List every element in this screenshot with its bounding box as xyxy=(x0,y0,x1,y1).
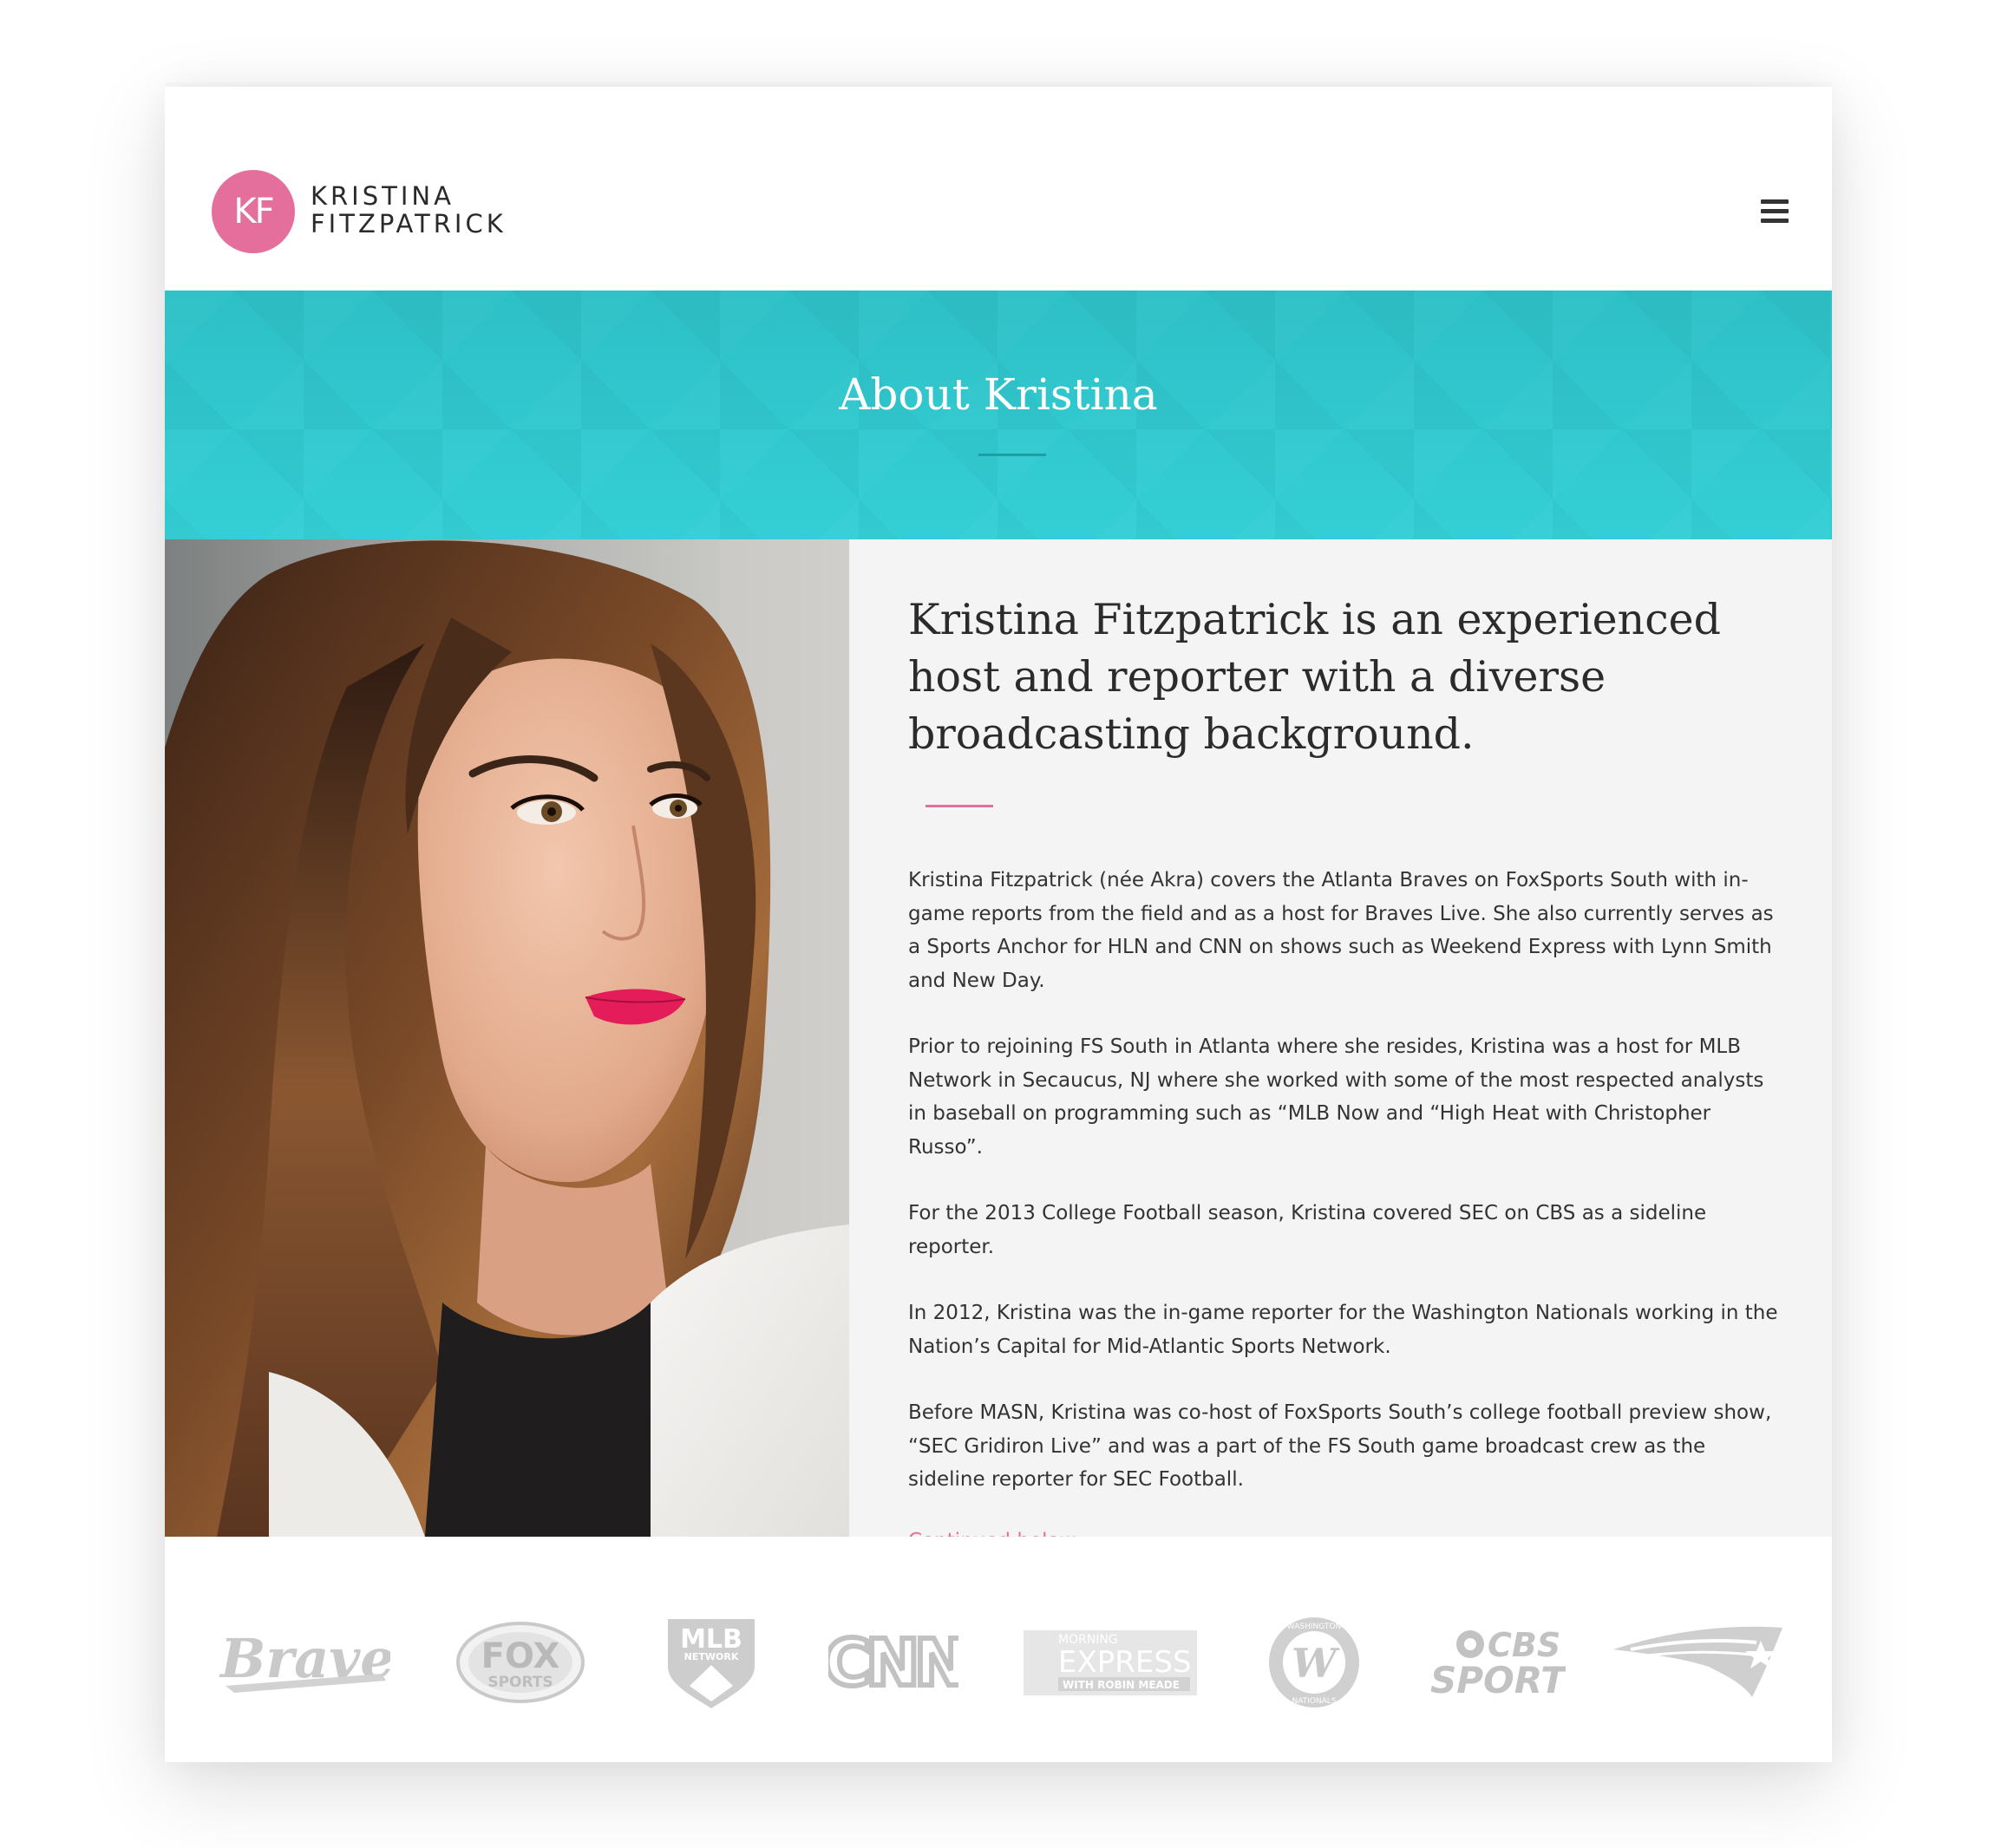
nationals-letter: W xyxy=(1292,1640,1340,1687)
braves-logo: Braves xyxy=(217,1610,390,1714)
logo-last-name: FITZPATRICK xyxy=(311,209,507,238)
about-section: Kristina Fitzpatrick is an experienced h… xyxy=(165,539,1832,1552)
cnn-logo: CNN xyxy=(828,1610,958,1714)
site-logo-wordmark[interactable]: KRISTINA FITZPATRICK xyxy=(311,182,507,238)
mlb-network-logo: MLB NETWORK xyxy=(664,1610,759,1714)
portrait-photo xyxy=(165,539,849,1537)
mlb-logo-text: MLB xyxy=(680,1624,742,1655)
hamburger-menu-icon[interactable] xyxy=(1761,199,1789,224)
express-text: EXPRESS xyxy=(1058,1645,1192,1680)
menu-bar xyxy=(1761,209,1789,213)
mlb-network-text: NETWORK xyxy=(684,1651,739,1662)
site-header: KF KRISTINA FITZPATRICK xyxy=(165,130,1832,291)
page-title-banner: About Kristina xyxy=(165,291,1832,539)
bio-paragraph: Prior to rejoining FS South in Atlanta w… xyxy=(908,1035,1764,1159)
page-title: About Kristina xyxy=(839,369,1158,420)
heading-divider xyxy=(926,805,993,807)
bio-paragraphs: Kristina Fitzpatrick (née Akra) covers t… xyxy=(908,864,1784,1497)
bio-heading: Kristina Fitzpatrick is an experienced h… xyxy=(908,595,1722,759)
fox-sports-text: SPORTS xyxy=(487,1674,553,1691)
menu-bar xyxy=(1761,219,1789,223)
kf-monogram-logo[interactable]: KF xyxy=(212,170,295,253)
patriots-logo xyxy=(1613,1610,1787,1714)
network-logos-row: Braves FOX SPORTS MLB NETWORK xyxy=(165,1537,1832,1762)
bio-text-block: Kristina Fitzpatrick is an experienced h… xyxy=(908,591,1784,1552)
morning-express-logo: MORNING EXPRESS WITH ROBIN MEADE xyxy=(1024,1610,1197,1714)
washington-nationals-logo: W WASHINGTON NATIONALS xyxy=(1266,1610,1362,1714)
fox-sports-logo: FOX SPORTS xyxy=(455,1610,585,1714)
monogram-text: KF xyxy=(233,192,274,232)
website: KF KRISTINA FITZPATRICK About Kristina K… xyxy=(165,130,1832,1762)
robin-meade-text: WITH ROBIN MEADE xyxy=(1063,1679,1180,1691)
bio-paragraph: For the 2013 College Football season, Kr… xyxy=(908,1202,1707,1258)
bio-paragraph: Before MASN, Kristina was co-host of Fox… xyxy=(908,1401,1772,1491)
cnn-logo-text: CNN xyxy=(828,1628,958,1697)
bio-paragraph: In 2012, Kristina was the in-game report… xyxy=(908,1302,1778,1358)
cbs-sports-text: SPORTS xyxy=(1430,1659,1566,1701)
nationals-ring-bottom: NATIONALS xyxy=(1292,1697,1336,1706)
title-divider xyxy=(978,454,1046,456)
fox-logo-text: FOX xyxy=(481,1636,560,1676)
cbs-sports-logo: CBS SPORTS xyxy=(1427,1610,1566,1714)
bio-paragraph: Kristina Fitzpatrick (née Akra) covers t… xyxy=(908,869,1774,992)
logo-first-name: KRISTINA xyxy=(311,181,455,211)
nationals-ring-top: WASHINGTON xyxy=(1287,1623,1341,1631)
menu-bar xyxy=(1761,199,1789,204)
